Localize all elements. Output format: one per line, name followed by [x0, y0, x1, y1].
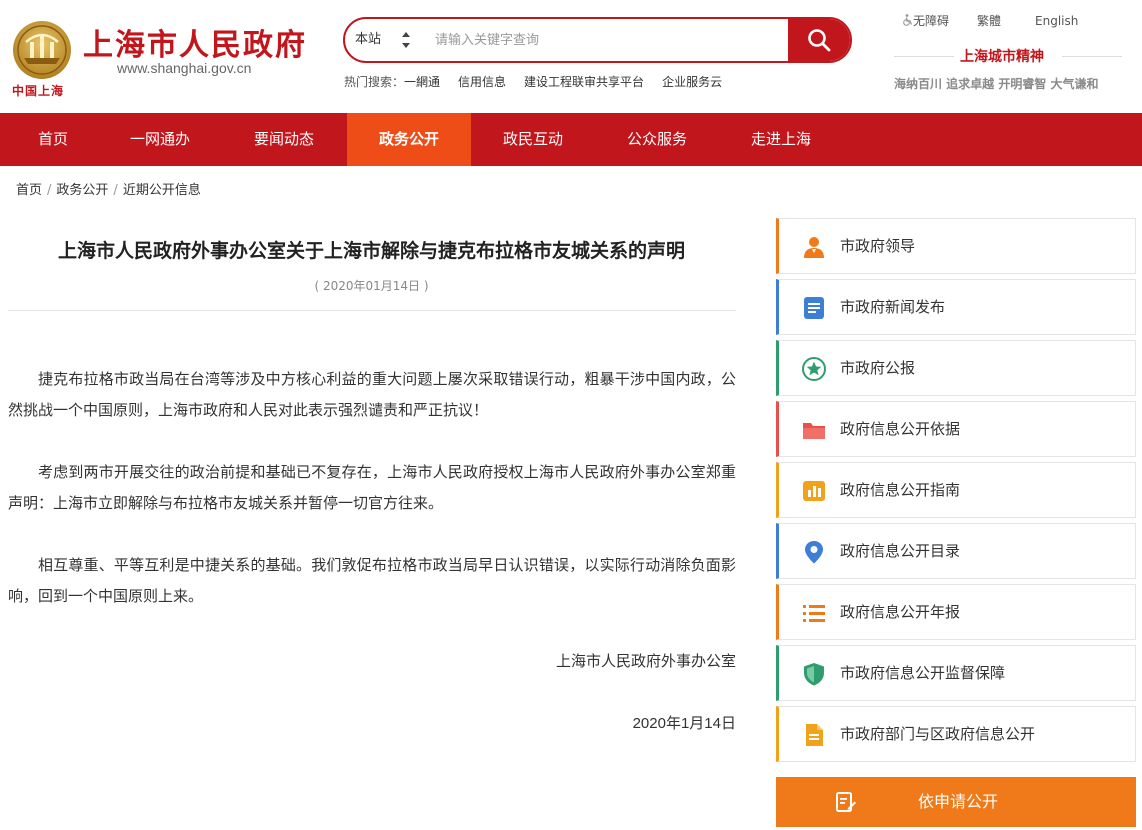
sidebar-item-label: 政府信息公开年报: [840, 603, 961, 621]
breadcrumb-separator: /: [113, 183, 118, 198]
nav-about-shanghai[interactable]: 走进上海: [719, 113, 843, 166]
article-signature: 上海市人民政府外事办公室: [555, 652, 736, 670]
shield-icon: [804, 663, 824, 686]
article-title: 上海市人民政府外事办公室关于上海市解除与捷克布拉格市友城关系的声明: [57, 240, 685, 262]
breadcrumb-recent-info[interactable]: 近期公开信息: [123, 183, 201, 198]
wheelchair-icon: [903, 14, 913, 26]
sidebar-item-label: 市政府部门与区政府信息公开: [840, 725, 1036, 743]
sidebar-item-disclosure-basis[interactable]: 政府信息公开依据: [776, 401, 1136, 457]
sidebar-item-label: 市政府信息公开监督保障: [840, 664, 1006, 682]
sidebar-item-gazette[interactable]: 市政府公报: [776, 340, 1136, 396]
search-button[interactable]: [788, 19, 850, 61]
search-icon: [808, 29, 831, 52]
apply-disclosure-button[interactable]: 依申请公开: [776, 777, 1136, 827]
sidebar-item-annual-report[interactable]: 政府信息公开年报: [776, 584, 1136, 640]
leader-person-icon: [804, 237, 824, 258]
divider: [1062, 56, 1122, 57]
hot-link[interactable]: 建设工程联审共享平台: [524, 75, 644, 89]
accessibility-link[interactable]: 无障碍: [902, 12, 949, 29]
english-link[interactable]: English: [1035, 14, 1078, 28]
sidebar-item-news-release[interactable]: 市政府新闻发布: [776, 279, 1136, 335]
list-icon: [803, 605, 825, 622]
accessibility-label: 无障碍: [913, 14, 950, 28]
article-paragraph: 捷克布拉格市政当局在台湾等涉及中方核心利益的重大问题上屡次采取错误行动，粗暴干涉…: [8, 370, 736, 419]
main-nav: 首页 一网通办 要闻动态 政务公开 政民互动 公众服务 走进上海: [0, 113, 1142, 166]
sidebar-item-supervision[interactable]: 市政府信息公开监督保障: [776, 645, 1136, 701]
article-date: ( 2020年01月14日 ): [314, 279, 429, 293]
sidebar-item-label: 政府信息公开目录: [840, 542, 961, 560]
nav-public-service[interactable]: 公众服务: [595, 113, 719, 166]
breadcrumb: 首页 / 政务公开 / 近期公开信息: [16, 179, 201, 198]
nav-government-affairs[interactable]: 政务公开: [347, 113, 471, 166]
nav-interaction[interactable]: 政民互动: [471, 113, 595, 166]
file-icon: [806, 724, 823, 746]
site-header: 中国上海 上海市人民政府 www.shanghai.gov.cn 本站 热门搜索…: [0, 0, 1142, 113]
updown-arrows-icon[interactable]: [401, 30, 411, 50]
sidebar-item-label: 市政府领导: [840, 237, 916, 255]
breadcrumb-separator: /: [47, 183, 52, 198]
nav-one-net-service[interactable]: 一网通办: [106, 113, 214, 166]
sidebar-item-label: 政府信息公开指南: [840, 481, 961, 499]
sidebar-item-disclosure-catalog[interactable]: 政府信息公开目录: [776, 523, 1136, 579]
sidebar-item-department-district[interactable]: 市政府部门与区政府信息公开: [776, 706, 1136, 762]
shanghai-emblem-logo[interactable]: [10, 20, 74, 82]
search-input[interactable]: [435, 27, 775, 53]
site-title[interactable]: 上海市人民政府: [83, 20, 307, 64]
emblem-caption: 中国上海: [12, 84, 65, 98]
search-scope-select[interactable]: 本站: [355, 19, 381, 61]
sidebar-item-label: 市政府新闻发布: [840, 298, 946, 316]
hot-searches: 热门搜索：一網通 信用信息 建设工程联审共享平台 企业服务云: [344, 73, 740, 90]
nav-home[interactable]: 首页: [0, 113, 106, 166]
news-document-icon: [804, 297, 824, 319]
divider: [8, 310, 736, 311]
sidebar-item-city-leaders[interactable]: 市政府领导: [776, 218, 1136, 274]
top-links: 无障碍 繁體 English: [902, 12, 1078, 29]
hot-link[interactable]: 一網通: [404, 75, 440, 89]
apply-disclosure-label: 依申请公开: [917, 792, 998, 811]
breadcrumb-home[interactable]: 首页: [16, 183, 42, 198]
article-sign-date: 2020年1月14日: [632, 715, 736, 732]
breadcrumb-government-affairs[interactable]: 政务公开: [56, 183, 108, 198]
location-pin-icon: [805, 541, 823, 564]
city-spirit-title: 上海城市精神: [960, 49, 1044, 65]
sidebar-item-label: 政府信息公开依据: [840, 420, 961, 438]
article-paragraph: 考虑到两市开展交往的政治前提和基础已不复存在，上海市人民政府授权上海市人民政府外…: [8, 463, 736, 512]
site-url: www.shanghai.gov.cn: [117, 60, 252, 76]
city-spirit-motto: 海纳百川 追求卓越 开明睿智 大气谦和: [894, 77, 1099, 91]
article-paragraph: 相互尊重、平等互利是中捷关系的基础。我们敦促布拉格市政当局早日认识错误，以实际行…: [8, 556, 736, 605]
folder-icon: [803, 423, 825, 439]
traditional-chinese-link[interactable]: 繁體: [977, 12, 1001, 29]
hot-link[interactable]: 企业服务云: [662, 75, 722, 89]
nav-news[interactable]: 要闻动态: [222, 113, 346, 166]
sidebar-item-label: 市政府公报: [840, 359, 916, 377]
hot-link[interactable]: 信用信息: [458, 75, 506, 89]
hot-search-label: 热门搜索：: [344, 75, 405, 89]
sidebar-item-disclosure-guide[interactable]: 政府信息公开指南: [776, 462, 1136, 518]
divider: [894, 56, 954, 57]
guide-chart-icon: [803, 481, 825, 501]
gazette-star-icon: [802, 357, 826, 381]
search-bar: 本站: [343, 17, 852, 63]
